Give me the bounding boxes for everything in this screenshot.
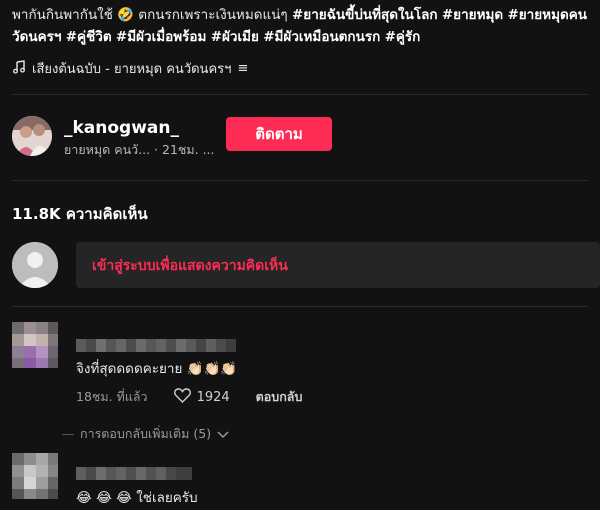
more-replies-label: การตอบกลับเพิ่มเติม (5) <box>80 426 212 441</box>
chevron-down-icon <box>217 427 229 442</box>
hashtag[interactable]: #คู่รัก <box>385 29 421 45</box>
view-more-replies[interactable]: การตอบกลับเพิ่มเติม (5) <box>62 424 229 444</box>
author-avatar[interactable] <box>12 116 52 156</box>
hashtag[interactable]: #ผัวเมีย <box>211 29 259 45</box>
music-title: เสียงต้นฉบับ - ยายหมุด คนวัดนครฯ <box>32 62 232 77</box>
follow-button[interactable]: ติดตาม <box>226 117 332 151</box>
reply-button[interactable]: ตอบกลับ <box>256 387 303 407</box>
heart-icon <box>173 387 191 407</box>
like-count: 1924 <box>196 389 230 405</box>
hashtag[interactable]: #มีผัวเมื่อพร้อม <box>116 29 206 45</box>
caption-text: พากันกินพากันใช้ 🤣 ตกนรกเพราะเงินหมดแน่ๆ <box>12 7 288 23</box>
music-note-icon <box>12 59 26 78</box>
login-to-comment-box[interactable]: เข้าสู่ระบบเพื่อแสดงความคิดเห็น <box>76 242 600 288</box>
commenter-name-blurred <box>76 338 236 352</box>
divider <box>12 94 588 95</box>
commenter-name-blurred <box>76 466 192 480</box>
video-caption: พากันกินพากันใช้ 🤣 ตกนรกเพราะเงินหมดแน่ๆ… <box>12 4 594 48</box>
author-username[interactable]: _kanogwan_ <box>64 118 179 138</box>
commenter-avatar[interactable] <box>12 322 58 368</box>
hashtag[interactable]: #คู่ชีวิต <box>66 29 112 45</box>
comments-count: 11.8K ความคิดเห็น <box>12 205 148 223</box>
hashtag[interactable]: #ยายหมุด <box>442 7 503 23</box>
user-avatar-placeholder <box>12 242 58 288</box>
divider <box>12 180 588 181</box>
comment-text: จิงที่สุดดดดคะยาย 👏🏻👏🏻👏🏻 <box>76 361 238 377</box>
reply-thread-line <box>62 433 74 435</box>
hashtag[interactable]: #มีผัวเหมือนตกนรก <box>263 29 380 45</box>
commenter-avatar[interactable] <box>12 453 58 499</box>
comment-time: 18ชม. ที่แล้ว <box>76 389 148 404</box>
login-prompt[interactable]: เข้าสู่ระบบเพื่อแสดงความคิดเห็น <box>92 255 288 277</box>
like-button[interactable]: 1924 <box>173 387 230 407</box>
music-menu-icon: ≡ <box>237 61 249 76</box>
music-link[interactable]: เสียงต้นฉบับ - ยายหมุด คนวัดนครฯ ≡ <box>12 58 248 79</box>
divider <box>12 306 588 307</box>
author-subtitle: ยายหมุด คนวั... · 21ชม. ... <box>64 142 215 157</box>
comment-meta: 18ชม. ที่แล้ว 1924 ตอบกลับ <box>76 387 302 407</box>
comment-text: 😂 😂 😂 ใช่เลยครับ <box>76 490 198 506</box>
hashtag[interactable]: #ยายฉันขี้บ่นที่สุดในโลก <box>292 7 438 23</box>
